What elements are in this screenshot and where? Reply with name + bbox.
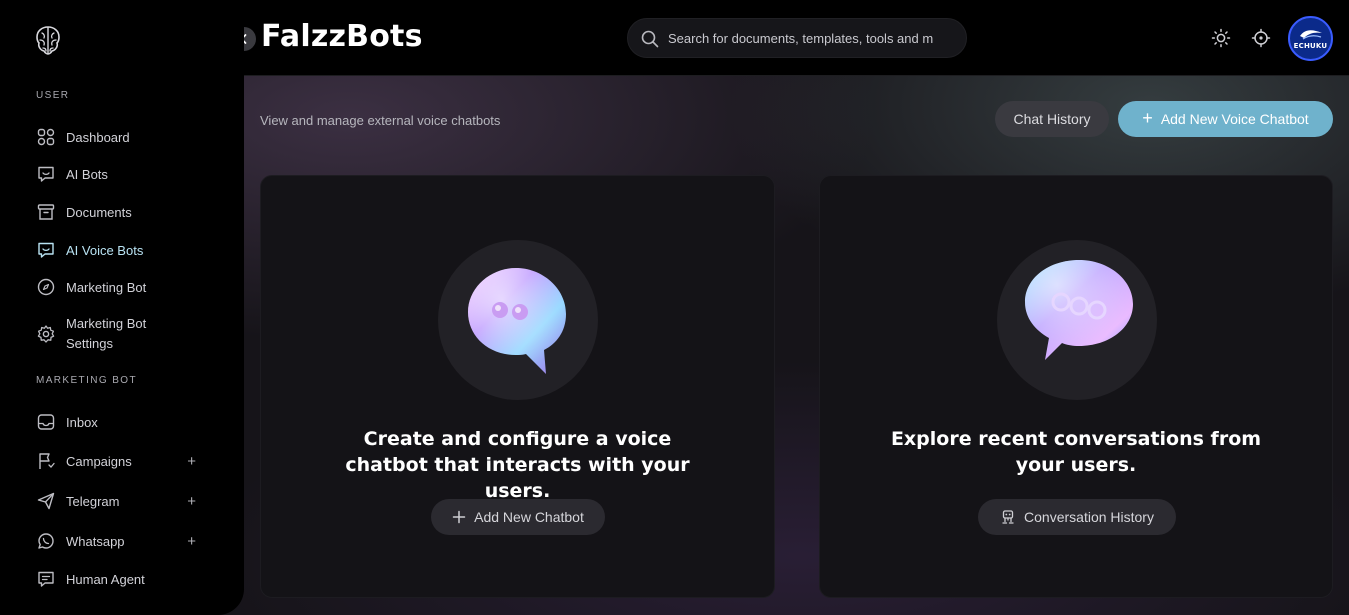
sidebar-item-telegram[interactable]: Telegram + <box>36 491 206 511</box>
grid-icon <box>37 128 55 146</box>
sidebar-item-label: Dashboard <box>66 129 130 145</box>
sidebar-item-label: AI Voice Bots <box>66 242 144 258</box>
search-input[interactable] <box>668 19 953 57</box>
send-icon <box>37 492 55 510</box>
add-new-chatbot-label: Add New Chatbot <box>474 509 584 525</box>
page-subtitle: View and manage external voice chatbots <box>260 113 501 128</box>
wave-logo-icon <box>1299 30 1322 40</box>
sidebar-item-ai-voice-bots[interactable]: AI Voice Bots <box>36 240 206 260</box>
sidebar-item-label-line2: Settings <box>66 336 113 351</box>
sidebar-item-whatsapp[interactable]: Whatsapp + <box>36 531 206 551</box>
sidebar-item-label: Marketing Bot <box>66 279 147 295</box>
sidebar-item-marketing-bot-settings[interactable]: Marketing Bot Settings <box>36 314 206 354</box>
user-avatar[interactable]: ECHUKU <box>1288 16 1333 61</box>
sidebar-item-label: Telegram <box>66 493 120 509</box>
chat-bubble-illustration-icon <box>468 268 566 374</box>
sidebar-item-label-line1: Marketing Bot <box>66 316 147 331</box>
expand-plus-icon[interactable]: + <box>187 493 196 510</box>
sidebar-item-dashboard[interactable]: Dashboard <box>36 127 206 147</box>
robot-icon <box>1002 510 1014 524</box>
sidebar-item-label: Documents <box>66 204 132 220</box>
gear-icon <box>37 325 55 343</box>
sidebar-item-label: Human Agent <box>66 571 145 587</box>
expand-plus-icon[interactable]: + <box>187 453 196 470</box>
sidebar-item-label: Campaigns <box>66 453 132 469</box>
search-bar[interactable] <box>627 18 967 58</box>
sidebar-item-label: Whatsapp <box>66 533 125 549</box>
sidebar-item-campaigns[interactable]: Campaigns + <box>36 451 206 471</box>
conversation-history-button[interactable]: Conversation History <box>978 499 1176 535</box>
plus-icon <box>452 510 466 524</box>
avatar-label: ECHUKU <box>1293 42 1328 50</box>
add-new-voice-chatbot-label: Add New Voice Chatbot <box>1160 111 1309 127</box>
sidebar-item-label: Inbox <box>66 414 98 430</box>
brain-logo-icon[interactable] <box>34 24 62 56</box>
brand-title: FalzzBots <box>261 19 423 54</box>
sun-icon[interactable] <box>1211 28 1231 48</box>
chat-smile-icon <box>38 242 54 258</box>
section-label-user: USER <box>36 90 70 101</box>
sidebar-item-human-agent[interactable]: Human Agent <box>36 569 206 589</box>
archive-icon <box>37 204 55 220</box>
expand-plus-icon[interactable]: + <box>187 533 196 550</box>
plus-icon: + <box>1142 107 1153 128</box>
search-icon <box>641 30 659 48</box>
conversation-history-label: Conversation History <box>1024 509 1154 525</box>
disc-icon <box>37 278 55 296</box>
crosshair-icon[interactable] <box>1251 28 1271 48</box>
flag-icon <box>39 453 55 469</box>
chat-smile-icon <box>38 166 54 182</box>
card-heading: Explore recent conversations from your u… <box>890 428 1262 476</box>
sidebar-item-documents[interactable]: Documents <box>36 202 206 222</box>
whatsapp-icon <box>38 533 54 549</box>
chat-history-button[interactable]: Chat History <box>995 101 1109 137</box>
sidebar-item-inbox[interactable]: Inbox <box>36 412 206 432</box>
inbox-icon <box>37 414 55 430</box>
sidebar-item-ai-bots[interactable]: AI Bots <box>36 164 206 184</box>
chat-bubble-dots-illustration-icon <box>1025 260 1133 360</box>
add-new-chatbot-button[interactable]: Add New Chatbot <box>431 499 605 535</box>
create-chatbot-card: Create and configure a voice chatbot tha… <box>260 175 775 598</box>
section-label-marketing-bot: MARKETING BOT <box>36 375 137 386</box>
sidebar-item-label: AI Bots <box>66 166 108 182</box>
card-heading: Create and configure a voice chatbot tha… <box>345 428 690 502</box>
add-new-voice-chatbot-button[interactable]: + Add New Voice Chatbot <box>1118 101 1333 137</box>
sidebar: USER Dashboard AI Bots Documents AI Voic… <box>0 0 244 615</box>
message-lines-icon <box>38 571 54 587</box>
sidebar-item-label: Marketing Bot Settings <box>66 314 146 354</box>
sidebar-item-marketing-bot[interactable]: Marketing Bot <box>36 277 206 297</box>
conversation-history-card: Explore recent conversations from your u… <box>819 175 1333 598</box>
